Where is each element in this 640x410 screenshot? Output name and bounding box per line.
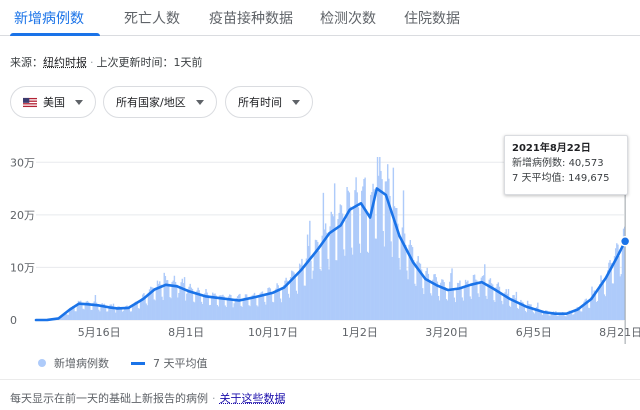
tooltip-date: 2021年8月22日 [512,143,591,154]
tooltip-cases-label: 新增病例数: [512,158,566,169]
x-tick-label: 6月5日 [516,326,552,339]
tooltip-average-label: 7 天平均值: [512,173,565,184]
separator-dot: · [212,392,216,405]
us-flag-icon [23,97,37,107]
x-tick-label: 8月1日 [168,326,204,339]
tooltip-average: 7 天平均值: 149,675 [512,171,620,186]
y-axis-labels: 0 10万 20万 30万 [10,156,35,327]
tooltip-average-value: 149,675 [568,173,610,184]
footer-text: 每天显示在前一天的基础上新报告的病例 [10,392,208,405]
average-legend-line [131,361,145,365]
active-tab-indicator [10,33,100,36]
x-axis-labels: 5月16日 8月1日 10月17日 1月2日 3月20日 6月5日 8月21日 [78,326,640,339]
chart-tooltip: 2021年8月22日 新增病例数: 40,573 7 天平均值: 149,675 [504,135,628,195]
tab-hospitalizations[interactable]: 住院数据 [404,8,460,28]
last-updated: 上次更新时间：1天前 [96,56,203,69]
footer-divider [0,379,640,380]
source-line: 来源：纽约时报 · 上次更新时间：1天前 [10,54,203,70]
x-tick-label: 1月2日 [342,326,378,339]
daily-cases-legend-label: 新增病例数 [54,357,109,370]
x-tick-label: 10月17日 [248,326,298,339]
daily-cases-legend-dot [38,359,46,367]
tab-deaths[interactable]: 死亡人数 [124,8,180,28]
region-dropdown[interactable]: 所有国家/地区 [103,86,217,118]
about-data-link[interactable]: 关于这些数据 [220,392,286,405]
country-dropdown[interactable]: 美国 [10,86,96,118]
y-tick-label: 10万 [10,261,35,274]
x-tick-label: 8月21日 [599,326,640,339]
separator-dot: · [90,56,94,69]
average-legend-label: 7 天平均值 [153,357,208,370]
tab-new-cases[interactable]: 新增病例数 [14,8,84,28]
chart-legend: 新增病例数 7 天平均值 [38,355,208,371]
chevron-down-icon [75,99,83,105]
tab-tests[interactable]: 检测次数 [320,8,376,28]
y-tick-label: 0 [10,314,17,327]
chevron-down-icon [195,99,204,105]
y-tick-label: 20万 [10,209,35,222]
source-link[interactable]: 纽约时报 [43,56,87,69]
chevron-down-icon [292,99,300,105]
metric-tabs: 新增病例数 死亡人数 疫苗接种数据 检测次数 住院数据 [0,0,640,36]
x-tick-label: 5月16日 [78,326,121,339]
region-label: 所有国家/地区 [116,96,186,109]
time-range-dropdown[interactable]: 所有时间 [225,86,313,118]
tooltip-cases-value: 40,573 [568,158,604,169]
x-tick-label: 3月20日 [425,326,468,339]
tooltip-cases: 新增病例数: 40,573 [512,156,620,171]
country-label: 美国 [43,96,65,109]
source-prefix: 来源： [10,56,43,69]
time-range-label: 所有时间 [238,96,282,109]
average-point-marker [619,236,631,247]
tab-vaccinations[interactable]: 疫苗接种数据 [209,8,293,28]
footer-note: 每天显示在前一天的基础上新报告的病例 · 关于这些数据 [10,390,286,406]
y-tick-label: 30万 [10,156,35,169]
